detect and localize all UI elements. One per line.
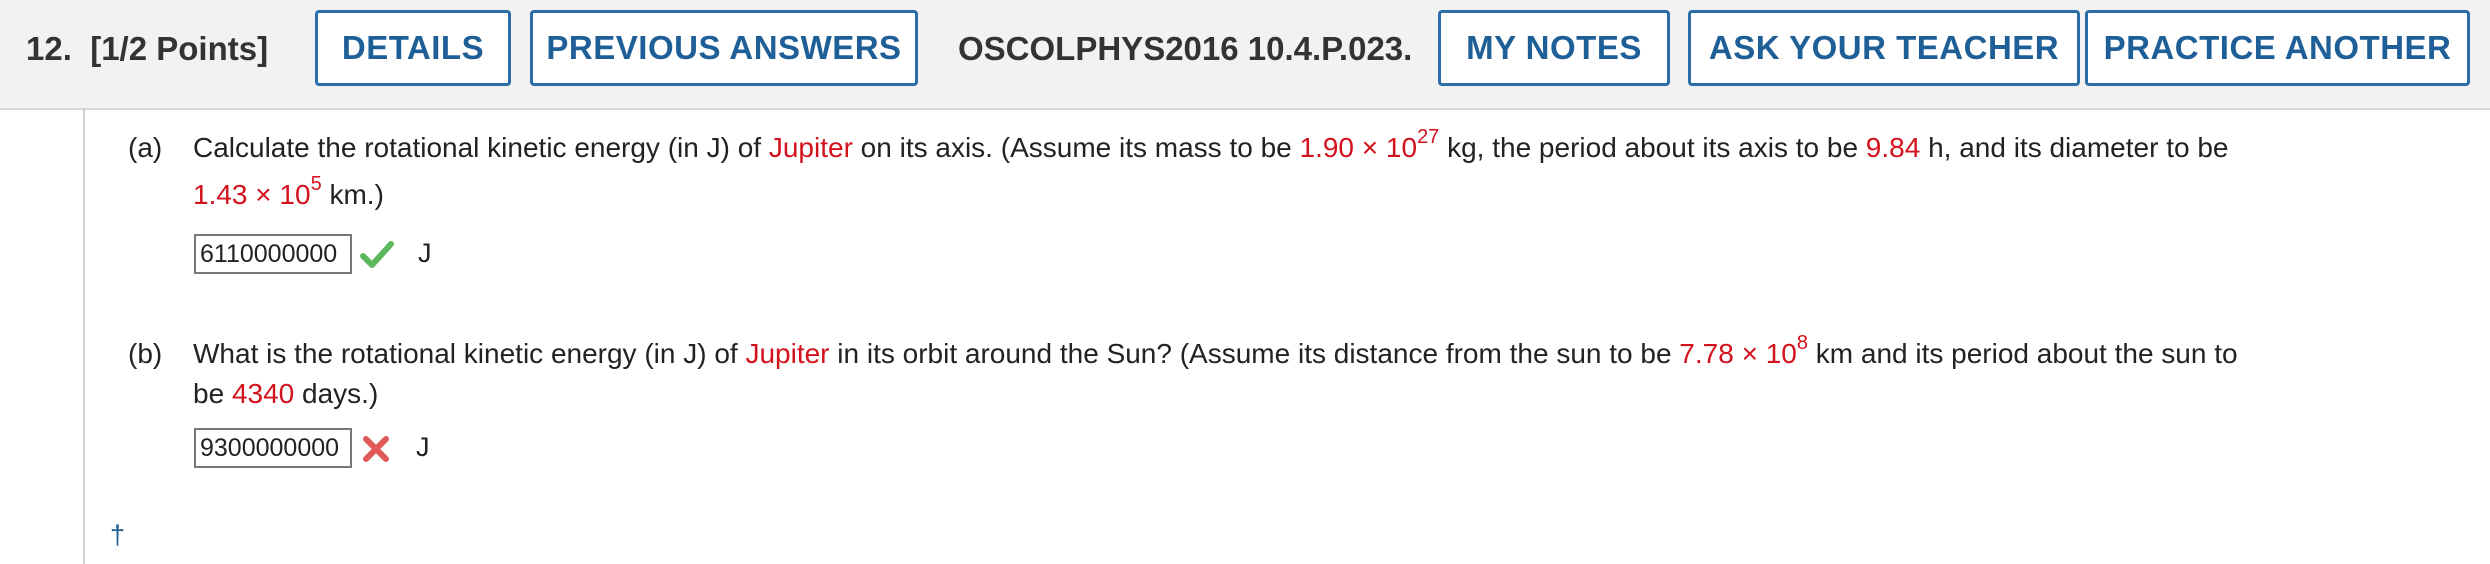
points-label: [1/2 Points] bbox=[90, 30, 269, 67]
given-distance: 7.78 × 108 bbox=[1679, 332, 1808, 369]
given-period: 9.84 bbox=[1865, 132, 1921, 163]
given-mass: 1.90 × 1027 bbox=[1299, 126, 1440, 163]
previous-answers-button[interactable]: PREVIOUS ANSWERS bbox=[530, 10, 918, 86]
footnote-dagger: † bbox=[110, 520, 126, 550]
part-b-answer-field[interactable]: 9300000000 bbox=[194, 428, 352, 468]
ask-your-teacher-button[interactable]: ASK YOUR TEACHER bbox=[1688, 10, 2080, 86]
question-number: 12. [1/2 Points] bbox=[26, 30, 269, 67]
given-planet: Jupiter bbox=[768, 132, 853, 163]
question-header: 12. [1/2 Points] DETAILS PREVIOUS ANSWER… bbox=[0, 0, 2490, 110]
my-notes-button[interactable]: MY NOTES bbox=[1438, 10, 1670, 86]
part-a-label: (a) bbox=[128, 132, 163, 163]
problem-code: OSCOLPHYS2016 10.4.P.023. bbox=[958, 30, 1413, 67]
part-b-unit: J bbox=[416, 432, 430, 462]
checkmark-icon bbox=[360, 241, 394, 268]
part-a-answer-field[interactable]: 6110000000 bbox=[194, 234, 352, 274]
x-mark-icon bbox=[363, 436, 389, 462]
given-orbit-period: 4340 bbox=[231, 378, 295, 409]
given-diameter: 1.43 × 105 bbox=[193, 173, 322, 210]
part-b-prompt-line1: What is the rotational kinetic energy (i… bbox=[193, 332, 2238, 369]
part-a-unit: J bbox=[418, 238, 432, 268]
practice-another-button[interactable]: PRACTICE ANOTHER bbox=[2085, 10, 2470, 86]
part-a-prompt-line2: 1.43 × 105 km.) bbox=[193, 173, 384, 210]
given-planet: Jupiter bbox=[745, 338, 830, 369]
part-a-prompt-line1: Calculate the rotational kinetic energy … bbox=[193, 126, 2229, 163]
part-b-label: (b) bbox=[128, 338, 163, 369]
part-b-prompt-line2: be 4340 days.) bbox=[193, 378, 379, 409]
details-button[interactable]: DETAILS bbox=[315, 10, 511, 86]
